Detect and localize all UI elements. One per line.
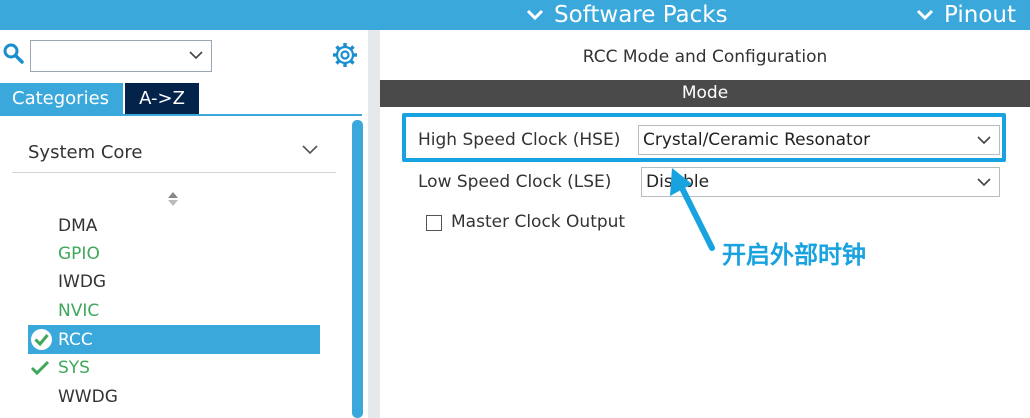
list-item-rcc[interactable]: RCC <box>58 330 93 350</box>
top-menu-bar <box>0 0 1030 30</box>
chevron-down-icon <box>916 9 934 21</box>
master-clock-output-label[interactable]: Master Clock Output <box>451 212 625 232</box>
software-packs-label: Software Packs <box>554 2 728 28</box>
search-icon[interactable] <box>3 43 25 65</box>
panel-splitter[interactable] <box>368 30 380 418</box>
check-icon <box>30 360 50 376</box>
lse-label: Low Speed Clock (LSE) <box>418 172 612 192</box>
annotation-arrow-icon <box>670 168 715 251</box>
pinout-label: Pinout <box>944 2 1016 28</box>
list-item-sys[interactable]: SYS <box>58 358 90 378</box>
category-label: System Core <box>28 142 143 163</box>
list-item-gpio[interactable]: GPIO <box>58 244 100 264</box>
list-item-nvic[interactable]: NVIC <box>58 301 99 321</box>
chevron-down-icon <box>526 9 544 21</box>
pinout-menu[interactable]: Pinout <box>916 0 1016 30</box>
chevron-down-icon[interactable] <box>302 145 318 155</box>
list-item-dma[interactable]: DMA <box>58 216 97 236</box>
sidebar-scrollbar-thumb[interactable] <box>352 120 363 418</box>
mode-section-header[interactable]: Mode <box>380 80 1030 107</box>
master-clock-output-checkbox[interactable] <box>426 215 442 231</box>
search-input[interactable] <box>30 40 212 72</box>
page-title: RCC Mode and Configuration <box>582 47 828 67</box>
chevron-down-icon[interactable] <box>189 50 203 60</box>
list-item-iwdg[interactable]: IWDG <box>58 272 106 292</box>
highlight-box <box>402 113 1006 162</box>
software-packs-menu[interactable]: Software Packs <box>526 0 728 30</box>
tab-a-to-z[interactable]: A->Z <box>125 83 199 114</box>
check-circle-icon <box>31 329 52 350</box>
annotation-label: 开启外部时钟 <box>722 241 866 269</box>
chevron-down-icon[interactable] <box>977 177 991 187</box>
sort-icon[interactable] <box>166 190 180 208</box>
list-item-wwdg[interactable]: WWDG <box>58 387 118 407</box>
gear-icon[interactable] <box>332 42 358 68</box>
category-system-core[interactable]: System Core <box>12 132 336 173</box>
tab-underline <box>0 114 362 116</box>
tab-categories[interactable]: Categories <box>0 83 123 114</box>
